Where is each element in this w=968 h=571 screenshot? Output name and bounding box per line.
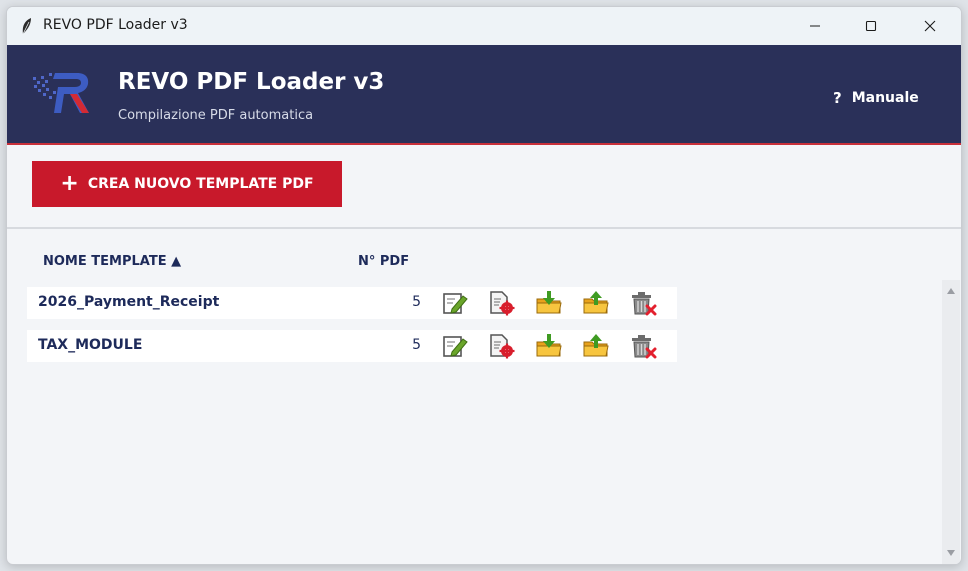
plus-icon: + <box>60 171 79 196</box>
table-row: 2026_Payment_Receipt 5 <box>27 287 677 319</box>
revo-logo <box>33 73 89 113</box>
app-title: REVO PDF Loader v3 <box>118 69 385 95</box>
minimize-icon <box>810 25 820 27</box>
manual-label: Manuale <box>851 90 919 106</box>
close-button[interactable] <box>907 7 953 45</box>
edit-icon[interactable] <box>441 333 469 359</box>
edit-icon[interactable] <box>441 290 469 316</box>
title-bar: REVO PDF Loader v3 <box>7 7 961 45</box>
export-folder-icon[interactable] <box>582 290 610 316</box>
import-folder-icon[interactable] <box>535 333 563 359</box>
pdf-settings-icon[interactable] <box>487 333 515 359</box>
delete-icon[interactable] <box>629 290 657 316</box>
app-window: REVO PDF Loader v3 REVO PDF Loader v3 Co… <box>6 6 962 565</box>
pdf-count: 5 <box>412 337 421 353</box>
pdf-settings-icon[interactable] <box>487 290 515 316</box>
window-title: REVO PDF Loader v3 <box>43 17 188 33</box>
scroll-down-icon[interactable] <box>946 548 956 558</box>
create-template-button[interactable]: + CREA NUOVO TEMPLATE PDF <box>32 161 342 207</box>
scroll-up-icon[interactable] <box>946 286 956 296</box>
minimize-button[interactable] <box>792 7 838 45</box>
help-icon: ? <box>833 89 842 107</box>
column-header-pdf-count: N° PDF <box>358 254 410 269</box>
manual-button[interactable]: ? Manuale <box>833 86 919 110</box>
template-name: 2026_Payment_Receipt <box>38 294 220 310</box>
column-header-template-name[interactable]: NOME TEMPLATE ▲ <box>43 254 181 269</box>
app-subtitle: Compilazione PDF automatica <box>118 108 314 123</box>
pdf-count: 5 <box>412 294 421 310</box>
vertical-scrollbar[interactable] <box>942 280 960 564</box>
section-divider <box>7 227 961 229</box>
export-folder-icon[interactable] <box>582 333 610 359</box>
maximize-icon <box>865 20 877 32</box>
close-icon <box>924 20 936 32</box>
template-name: TAX_MODULE <box>38 337 143 353</box>
create-template-label: CREA NUOVO TEMPLATE PDF <box>87 176 314 192</box>
import-folder-icon[interactable] <box>535 290 563 316</box>
delete-icon[interactable] <box>629 333 657 359</box>
feather-icon <box>22 18 31 35</box>
maximize-button[interactable] <box>848 7 894 45</box>
app-header: REVO PDF Loader v3 Compilazione PDF auto… <box>7 45 961 145</box>
table-row: TAX_MODULE 5 <box>27 330 677 362</box>
